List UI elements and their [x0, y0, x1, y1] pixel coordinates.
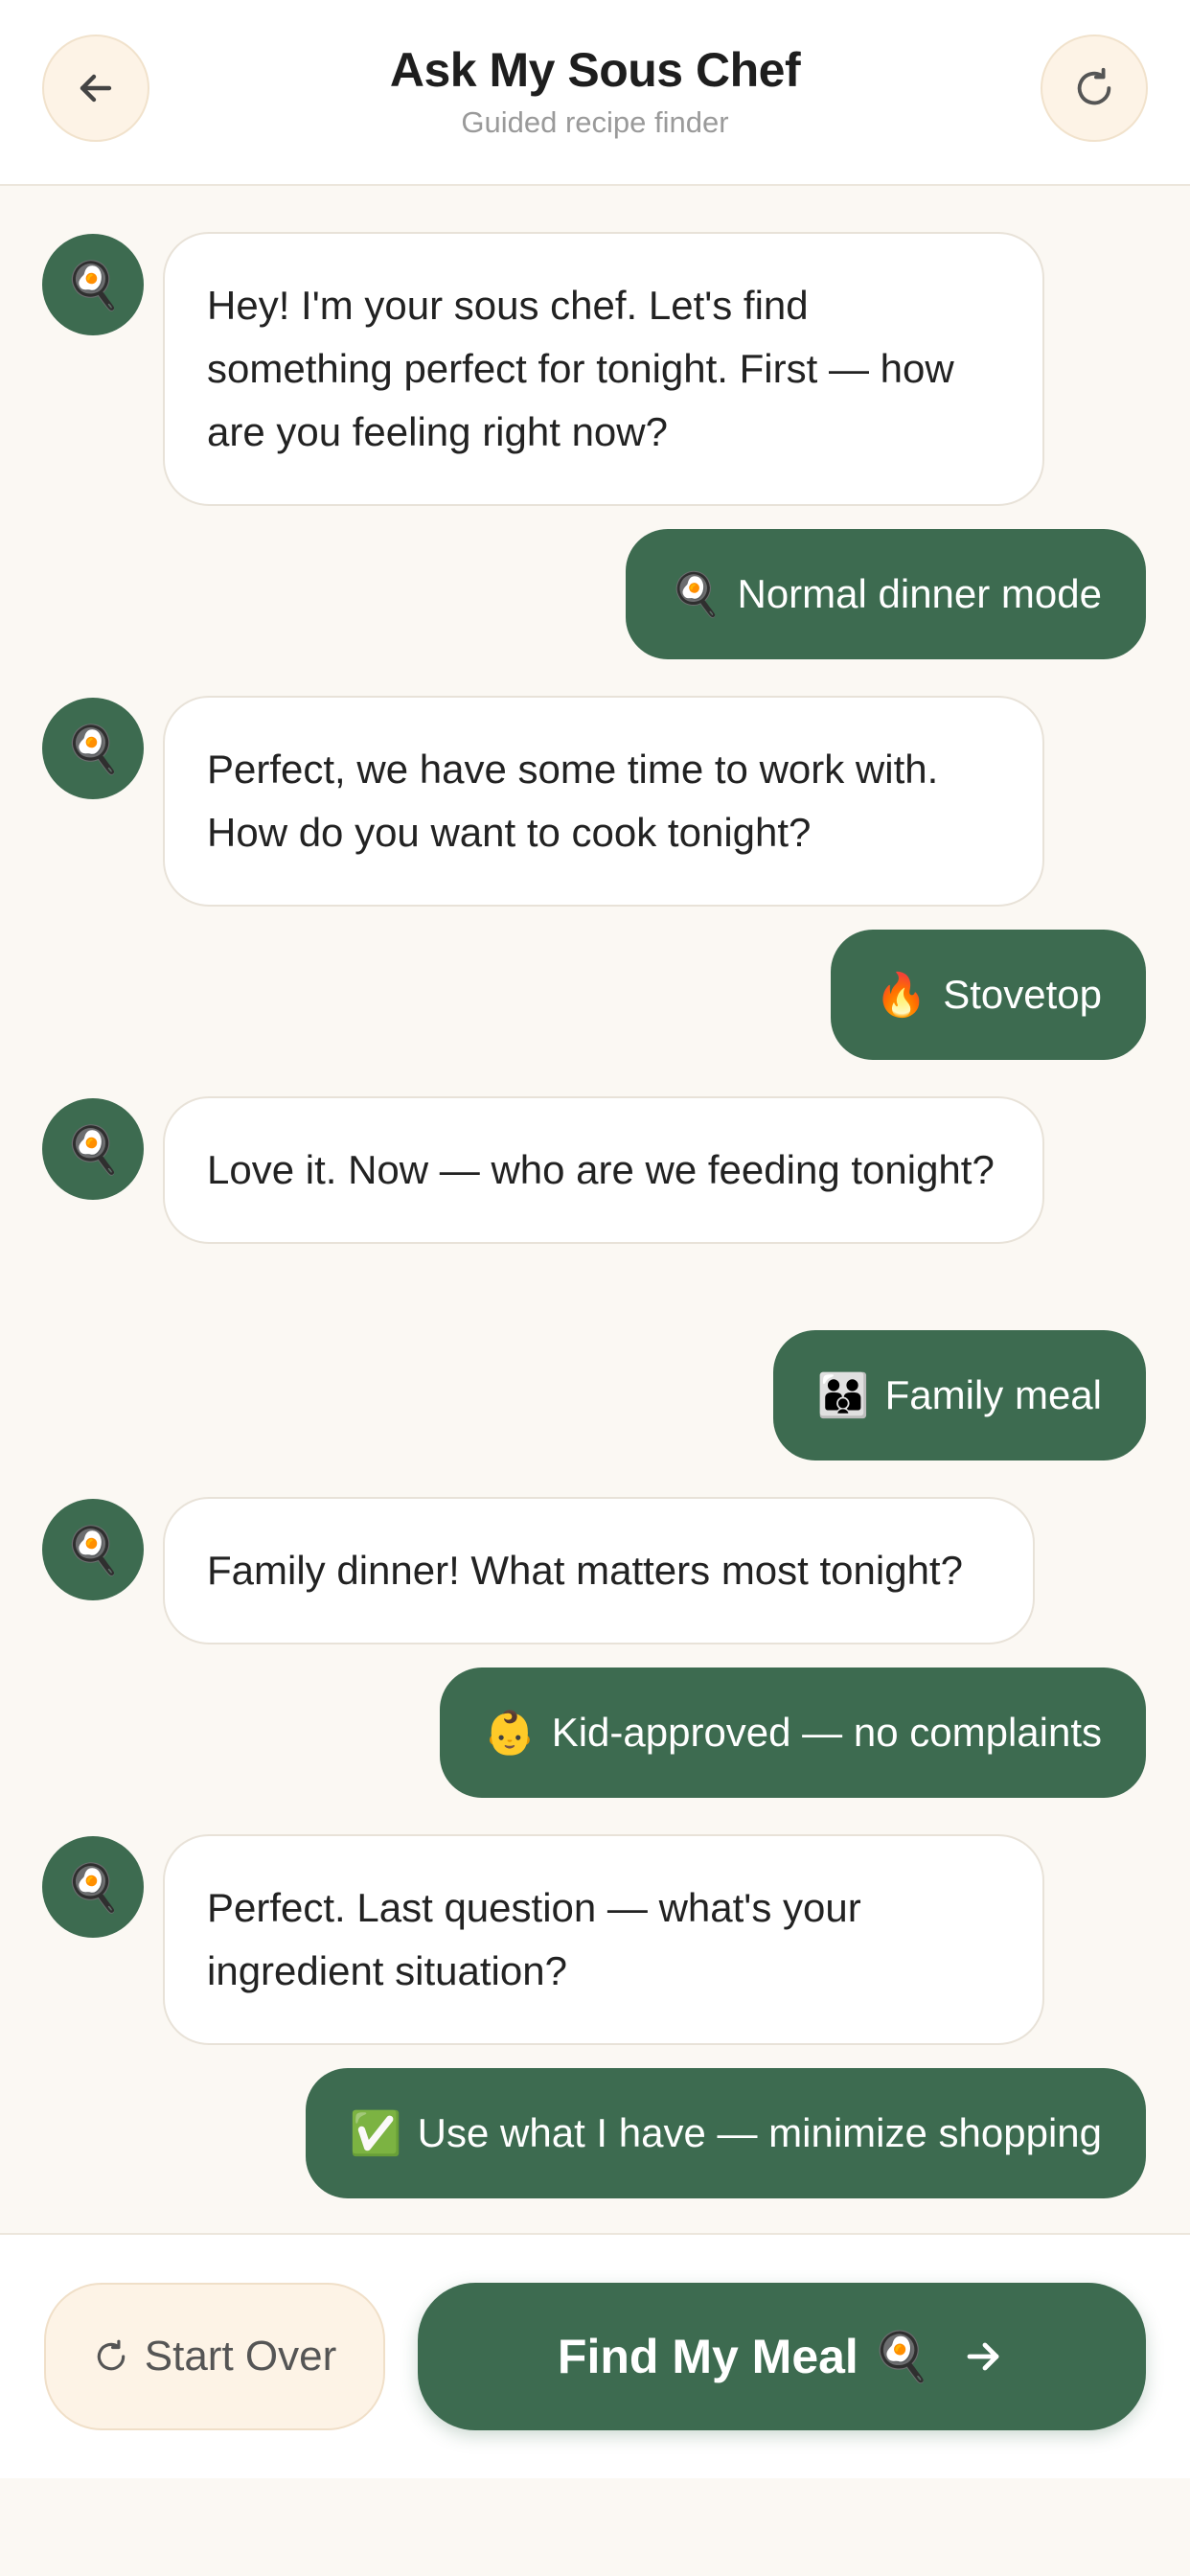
chat-thread: 🍳 Hey! I'm your sous chef. Let's find so…	[0, 186, 1190, 2233]
chef-avatar: 🍳	[42, 698, 144, 799]
start-over-label: Start Over	[144, 2333, 337, 2380]
page-subtitle: Guided recipe finder	[461, 105, 729, 139]
bot-message-bubble: Family dinner! What matters most tonight…	[163, 1497, 1035, 1644]
bot-message-bubble: Perfect, we have some time to work with.…	[163, 696, 1044, 907]
chef-avatar: 🍳	[42, 1499, 144, 1600]
bot-message-bubble: Love it. Now — who are we feeding tonigh…	[163, 1096, 1044, 1244]
header: Ask My Sous Chef Guided recipe finder	[0, 0, 1190, 186]
page-title: Ask My Sous Chef	[389, 43, 801, 97]
find-my-meal-button[interactable]: Find My Meal 🍳	[418, 2283, 1146, 2430]
user-message-bubble: 👶 Kid-approved — no complaints	[439, 1668, 1146, 1798]
refresh-button[interactable]	[1041, 34, 1148, 142]
refresh-icon	[1072, 66, 1116, 110]
chef-avatar: 🍳	[42, 1098, 144, 1200]
check-mark-icon: ✅	[349, 2110, 402, 2157]
baby-icon: 👶	[483, 1710, 537, 1757]
chef-avatar: 🍳	[42, 234, 144, 335]
bot-message-bubble: Hey! I'm your sous chef. Let's find some…	[163, 232, 1044, 506]
fire-icon: 🔥	[875, 972, 928, 1019]
chef-avatar: 🍳	[42, 1836, 144, 1938]
find-meal-label: Find My Meal	[557, 2330, 858, 2383]
user-message-bubble: 🔥 Stovetop	[831, 930, 1146, 1060]
frying-pan-icon: 🍳	[669, 571, 722, 618]
action-bar: Start Over Find My Meal 🍳	[0, 2233, 1190, 2478]
bot-message-bubble: Perfect. Last question — what's your ing…	[163, 1834, 1044, 2045]
user-message-bubble: ✅ Use what I have — minimize shopping	[305, 2068, 1146, 2198]
user-message-bubble: 🍳 Normal dinner mode	[625, 529, 1146, 659]
arrow-right-icon	[960, 2334, 1006, 2380]
start-over-button[interactable]: Start Over	[44, 2283, 385, 2430]
frying-pan-icon: 🍳	[871, 2329, 932, 2383]
family-icon: 👪	[816, 1372, 870, 1419]
user-message-bubble: 👪 Family meal	[772, 1330, 1146, 1460]
refresh-icon	[93, 2338, 129, 2375]
